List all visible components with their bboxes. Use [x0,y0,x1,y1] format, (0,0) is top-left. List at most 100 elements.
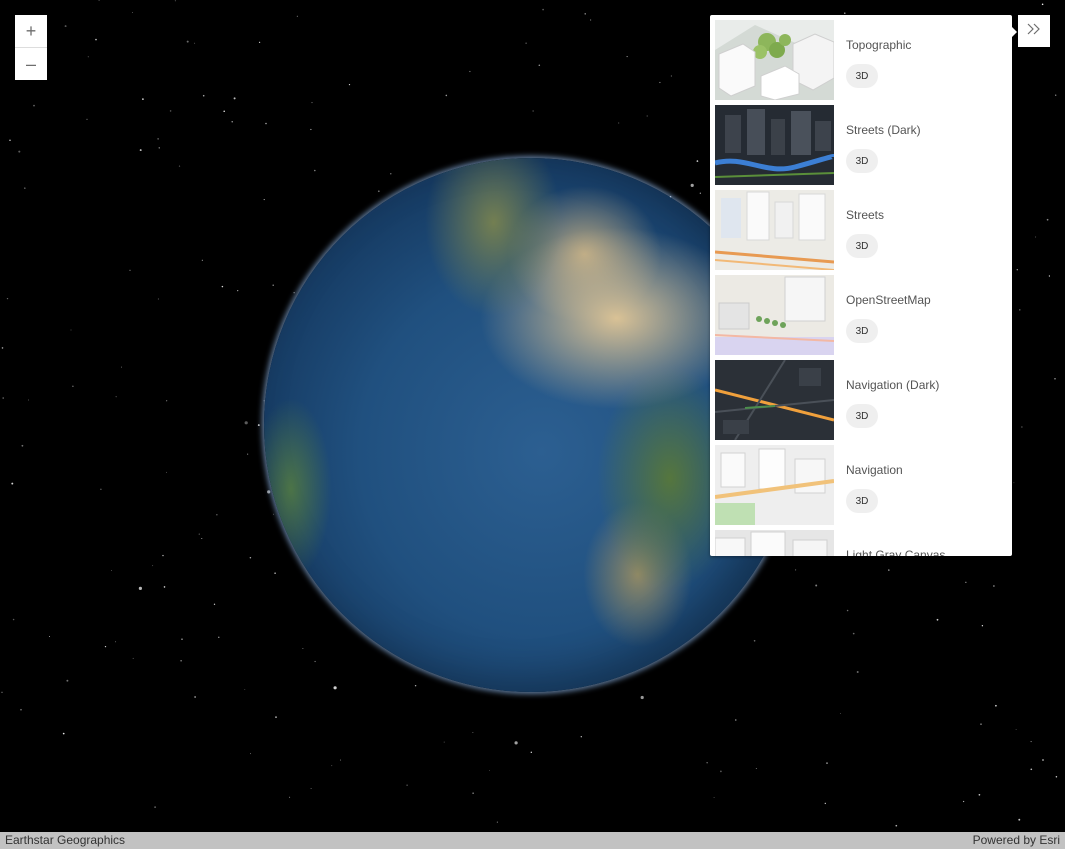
star [258,41,261,43]
star [1041,3,1044,6]
star [257,424,260,427]
star [331,765,333,767]
basemap-item-label: Navigation [846,463,903,477]
star [532,110,534,112]
star [27,399,30,401]
star [302,647,304,649]
star [1021,426,1023,428]
star [1015,728,1017,730]
star [1055,94,1057,96]
star [95,38,97,41]
star [201,538,203,539]
star [390,173,392,175]
star [186,40,189,43]
star [87,56,89,58]
star [48,635,51,638]
star [839,713,841,715]
star [580,736,582,738]
star [735,719,737,721]
star [194,696,196,698]
star [2,397,4,399]
star [201,259,203,261]
collapse-panel-button[interactable] [1018,15,1050,47]
star [618,122,620,124]
star [1035,236,1037,238]
basemap-item-navigation[interactable]: Navigation 3D [715,445,1012,525]
star [11,482,14,485]
star [249,753,252,755]
star [311,102,313,104]
star [289,796,291,798]
star [244,421,248,425]
attribution-bar: Earthstar Geographics Powered by Esri [0,832,1065,849]
star [1013,482,1015,484]
basemap-item-openstreetmap[interactable]: OpenStreetMap 3D [715,275,1012,355]
star [640,695,644,700]
basemap-3d-badge: 3D [846,404,878,428]
basemap-thumbnail [715,530,834,556]
star [274,572,276,575]
star [263,199,265,201]
star [21,444,24,447]
star [414,684,417,687]
star [314,660,316,663]
star [221,285,224,288]
basemap-thumbnail [715,360,834,440]
star [824,802,826,805]
star [12,618,15,621]
star [202,94,205,97]
zoom-in-button[interactable]: + [15,15,47,47]
star [265,122,267,125]
star [267,490,271,494]
basemap-item-topographic[interactable]: Topographic 3D [715,20,1012,100]
star [525,42,527,44]
star [157,138,159,140]
star [310,128,312,131]
powered-by-esri[interactable]: Powered by Esri [973,833,1060,847]
basemap-thumbnail [715,190,834,270]
basemap-thumbnail [715,20,834,100]
star [690,183,694,187]
basemap-item-navigation-dark[interactable]: Navigation (Dark) 3D [715,360,1012,440]
star [18,150,21,153]
basemap-item-streets-dark[interactable]: Streets (Dark) 3D [715,105,1012,185]
star [244,688,246,690]
star [194,42,196,44]
basemap-item-label: Navigation (Dark) [846,378,940,392]
star [530,751,532,753]
star [132,657,134,659]
basemap-item-label: Light Gray Canvas [846,548,946,556]
star [659,81,661,84]
star [584,13,586,15]
panel-pointer [1011,26,1017,38]
zoom-control: + – [15,15,47,80]
star [104,645,107,648]
basemap-item-light-gray-canvas[interactable]: Light Gray Canvas [715,530,1012,556]
double-chevron-right-icon [1027,22,1041,40]
star [158,147,160,149]
attribution-source[interactable]: Earthstar Geographics [5,833,125,847]
star [980,723,982,725]
star [218,636,220,638]
star [706,762,708,764]
star [1016,269,1018,271]
star [720,770,722,773]
star [846,609,849,612]
star [129,269,131,271]
star [157,298,159,300]
basemap-item-streets[interactable]: Streets 3D [715,190,1012,270]
star [965,581,967,583]
star [1046,218,1049,221]
star [162,554,164,557]
star [33,104,35,107]
star [231,121,233,123]
zoom-out-button[interactable]: – [15,47,47,80]
star [1055,775,1058,778]
star [163,586,166,588]
star [139,149,142,152]
basemap-item-label: Streets (Dark) [846,123,921,137]
star [72,385,74,388]
star [296,15,298,17]
star [272,284,274,286]
star [1048,275,1051,277]
